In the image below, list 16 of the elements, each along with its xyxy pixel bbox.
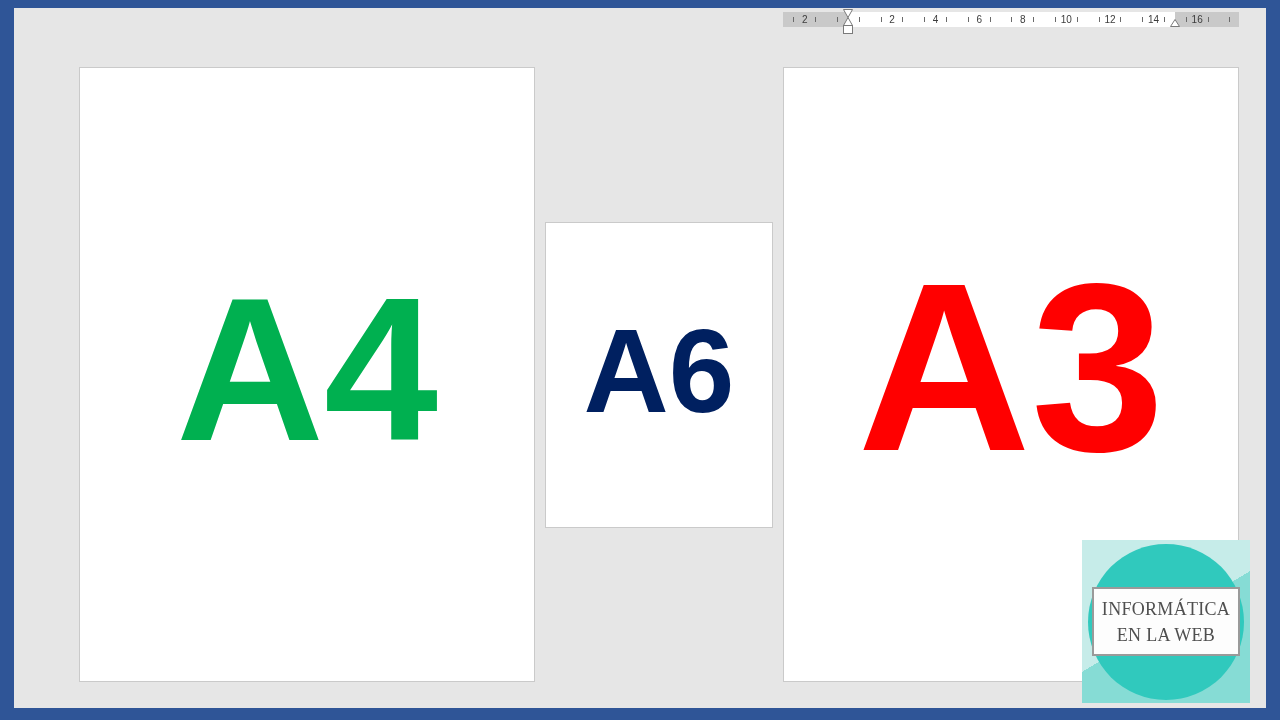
ruler-number: 12 (1103, 13, 1117, 27)
indent-marker-icon[interactable] (843, 9, 854, 34)
page-size-label: A4 (175, 265, 439, 471)
page-size-label: A3 (857, 247, 1165, 488)
right-indent-icon[interactable] (1170, 19, 1181, 27)
ruler-number: 8 (1019, 13, 1027, 27)
ruler-number: 2 (888, 13, 896, 27)
logo-text: EN LA WEB (1116, 623, 1216, 647)
page-size-label: A6 (583, 311, 735, 430)
logo-text: INFORMÁTICA (1101, 597, 1231, 621)
ruler-number: 2 (801, 13, 809, 27)
ruler-number: 4 (931, 13, 940, 27)
ruler-number: 6 (975, 13, 983, 27)
ruler-number: 14 (1147, 13, 1161, 27)
ruler-number: 16 (1190, 13, 1204, 27)
ruler-number: 10 (1059, 13, 1073, 27)
